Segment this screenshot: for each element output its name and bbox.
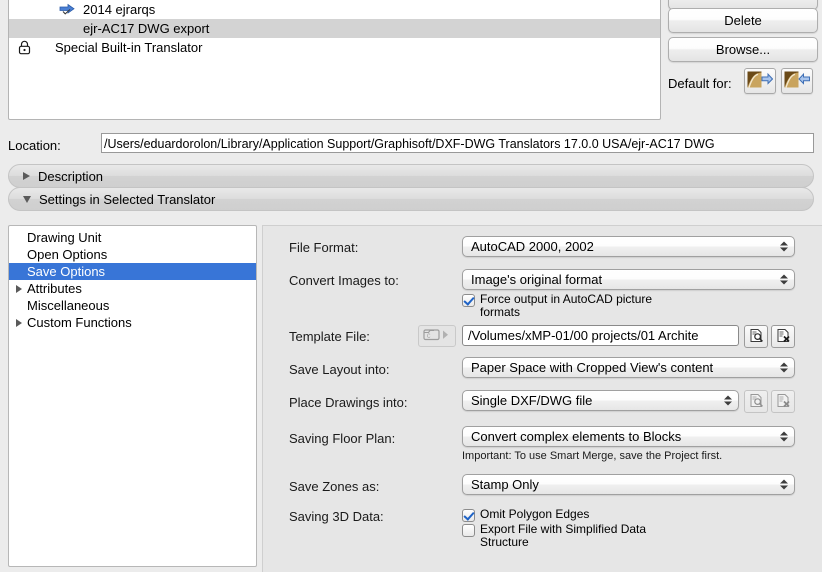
file-format-select[interactable]: AutoCAD 2000, 2002 [462,236,795,257]
force-output-label: Force output in AutoCAD picture formats [480,292,653,319]
file-format-label: File Format: [289,240,359,255]
row-spacer [53,19,81,38]
save-layout-value: Paper Space with Cropped View's content [471,360,714,375]
folder-arrow-icon: C [423,328,451,344]
simplified-data-row[interactable]: Export File with Simplified Data Structu… [462,523,672,549]
save-zones-label: Save Zones as: [289,479,380,494]
settings-label: Settings in Selected Translator [39,191,216,207]
settings-disclosure[interactable]: Settings in Selected Translator [8,187,814,211]
document-search-icon [749,328,764,346]
saving-floor-plan-label: Saving Floor Plan: [289,431,396,446]
stepper-arrows-icon [723,393,732,408]
simplified-data-checkbox[interactable] [462,524,475,537]
convert-images-label: Convert Images to: [289,273,399,288]
chevron-right-icon [23,172,30,180]
save-zones-value: Stamp Only [471,477,539,492]
default-for-label: Default for: [668,76,732,91]
convert-images-value: Image's original format [471,272,603,287]
template-browse-button[interactable] [744,325,768,348]
sidebar-item-miscellaneous[interactable]: Miscellaneous [9,297,256,314]
export-arrow-icon [747,71,774,91]
sidebar-item-drawing-unit[interactable]: Drawing Unit [9,229,256,246]
sidebar-item-attributes[interactable]: Attributes [9,280,256,297]
tree-item-label: Miscellaneous [27,298,110,313]
default-export-button[interactable] [744,68,776,94]
save-options-panel: File Format: AutoCAD 2000, 2002 Convert … [262,225,822,572]
omit-polygon-edges-checkbox[interactable] [462,509,475,522]
list-item-selected[interactable]: ejr-AC17 DWG export [9,19,660,38]
template-file-label: Template File: [289,329,370,344]
default-import-button[interactable] [781,68,813,94]
list-item-label: ejr-AC17 DWG export [83,21,210,36]
place-drawings-browse-button[interactable] [744,390,768,413]
chevron-down-icon [23,195,31,203]
template-file-value: /Volumes/xMP-01/00 projects/01 Archite [468,328,699,343]
list-item[interactable]: Special Built-in Translator [9,38,660,57]
save-layout-label: Save Layout into: [289,362,390,377]
sidebar-item-open-options[interactable]: Open Options [9,246,256,263]
template-folder-button[interactable]: C [418,325,456,347]
omit-polygon-edges-label: Omit Polygon Edges [480,507,590,521]
force-output-checkbox[interactable] [462,294,475,307]
template-file-input[interactable]: /Volumes/xMP-01/00 projects/01 Archite [462,325,739,346]
tree-item-label: Custom Functions [27,315,132,330]
file-format-value: AutoCAD 2000, 2002 [471,239,594,254]
simplified-data-label: Export File with Simplified Data Structu… [480,522,647,549]
description-disclosure[interactable]: Description [8,164,814,188]
saving-floor-plan-select[interactable]: Convert complex elements to Blocks [462,426,795,447]
description-label: Description [38,168,104,184]
saving-3d-data-label: Saving 3D Data: [289,509,384,524]
tree-item-label: Drawing Unit [27,230,102,245]
template-clear-button[interactable] [771,325,795,348]
list-item-label: 2014 ejrarqs [83,2,156,17]
delete-button[interactable]: Delete [668,8,818,33]
place-drawings-label: Place Drawings into: [289,395,408,410]
settings-tree[interactable]: Drawing Unit Open Options Save Options A… [8,225,257,567]
saving-floor-plan-hint: Important: To use Smart Merge, save the … [462,450,723,462]
stepper-arrows-icon [779,477,788,492]
tree-item-label: Attributes [27,281,82,296]
place-drawings-select[interactable]: Single DXF/DWG file [462,390,739,411]
list-item[interactable]: 2014 ejrarqs [9,0,660,19]
translator-list[interactable]: 2014 ejrarqs ejr-AC17 DWG export Special… [8,0,661,120]
svg-text:C: C [427,333,431,340]
chevron-right-icon[interactable] [11,284,27,293]
document-delete-icon [776,393,791,411]
omit-polygon-edges-row[interactable]: Omit Polygon Edges [462,508,589,522]
document-search-icon [749,393,764,411]
stepper-arrows-icon [779,239,788,254]
place-drawings-value: Single DXF/DWG file [471,393,593,408]
import-arrow-icon [784,71,810,91]
blue-arrow-icon [53,0,81,19]
force-output-checkbox-row[interactable]: Force output in AutoCAD picture formats [462,293,682,319]
stepper-arrows-icon [779,360,788,375]
document-delete-icon [776,328,791,346]
location-field[interactable]: /Users/eduardorolon/Library/Application … [101,133,814,153]
tree-item-label: Save Options [27,264,106,279]
sidebar-item-custom-functions[interactable]: Custom Functions [9,314,256,331]
lock-icon [13,38,35,57]
browse-button[interactable]: Browse... [668,37,818,62]
stepper-arrows-icon [779,272,788,287]
chevron-right-icon[interactable] [11,318,27,327]
place-drawings-clear-button[interactable] [771,390,795,413]
list-item-label: Special Built-in Translator [55,40,203,55]
save-layout-select[interactable]: Paper Space with Cropped View's content [462,357,795,378]
tree-item-label: Open Options [27,247,108,262]
save-zones-select[interactable]: Stamp Only [462,474,795,495]
stepper-arrows-icon [779,429,788,444]
location-label: Location: [8,138,61,153]
convert-images-select[interactable]: Image's original format [462,269,795,290]
sidebar-item-save-options[interactable]: Save Options [9,263,256,280]
saving-floor-plan-value: Convert complex elements to Blocks [471,429,682,444]
